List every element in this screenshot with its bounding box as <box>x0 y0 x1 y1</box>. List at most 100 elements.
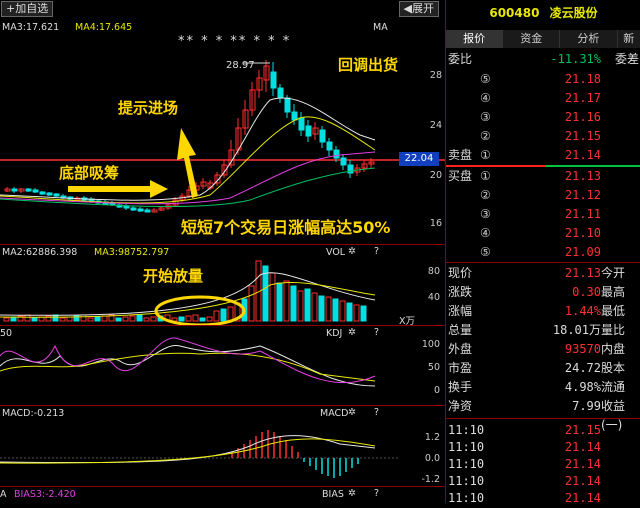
stat-value: 0.30 <box>572 285 601 299</box>
candle-body <box>333 149 340 159</box>
sell-price: 21.16 <box>564 110 601 124</box>
buy-level-row[interactable]: ③ 21.11 <box>446 205 640 224</box>
volume-bar <box>206 316 213 322</box>
volume-bar <box>192 314 199 322</box>
kdj-d-line <box>0 352 376 382</box>
section-divider <box>446 418 640 419</box>
stat-value: 7.99 <box>572 399 601 413</box>
volume-bar <box>360 305 367 322</box>
volume-bar <box>52 314 59 322</box>
bias-prefix: A <box>0 489 7 500</box>
macd-chart <box>0 430 400 478</box>
candle-body <box>144 209 151 213</box>
volume-bar <box>80 314 87 322</box>
vol-tick: 40 <box>427 292 440 303</box>
stat-row: 涨幅 1.44% 最低 <box>446 302 640 321</box>
stat-value: 24.72 <box>564 361 601 375</box>
current-price-badge: 22.04 <box>399 152 439 166</box>
high-price-label: 28.97 <box>226 60 255 71</box>
stat-label-right: 最低 <box>601 304 626 318</box>
buy-level-index: ③ <box>480 207 491 221</box>
buy-level-row[interactable]: 买盘 ① 21.13 <box>446 167 640 186</box>
candle-body <box>137 208 144 212</box>
stat-row: 总量 18.01万 量比 <box>446 321 640 340</box>
tab-more[interactable]: 新 <box>617 30 640 48</box>
sell-level-index: ③ <box>480 110 491 124</box>
volume-bar <box>178 316 185 322</box>
volume-bar <box>248 285 255 322</box>
kdj-tick: 50 <box>427 362 440 373</box>
volume-bar <box>269 272 276 322</box>
tab-funds[interactable]: 资金 <box>503 30 561 48</box>
stat-value: 93570 <box>564 342 601 356</box>
buy-level-row[interactable]: ② 21.12 <box>446 186 640 205</box>
sell-level-index: ① <box>480 148 491 162</box>
tab-quote[interactable]: 报价 <box>446 30 504 48</box>
volume-bar <box>262 265 269 322</box>
sell-level-row[interactable]: ③ 21.16 <box>446 108 640 127</box>
candle-body <box>305 125 312 137</box>
candle-body <box>284 97 291 113</box>
tab-analysis[interactable]: 分析 <box>560 30 618 48</box>
stock-header: 600480 凌云股份 <box>446 4 640 21</box>
annotation-entry: 提示进场 <box>118 99 179 117</box>
sell-level-row[interactable]: ② 21.15 <box>446 127 640 146</box>
volume-chart <box>0 260 376 325</box>
wecha-label: 委差 <box>614 52 639 66</box>
volume-bar <box>325 296 332 322</box>
stat-label: 涨幅 <box>448 304 473 318</box>
sell-level-index: ⑤ <box>480 72 491 86</box>
sell-price: 21.14 <box>564 148 601 162</box>
sell-level-row[interactable]: ④ 21.17 <box>446 89 640 108</box>
buy-price: 21.11 <box>564 207 601 221</box>
stat-label: 市盈 <box>448 361 473 375</box>
bias-indicator-label[interactable]: BIAS <box>322 489 344 500</box>
candle-body <box>340 157 347 166</box>
buy-level-index: ⑤ <box>480 245 491 259</box>
buy-level-index: ① <box>480 169 491 183</box>
volume-bar <box>339 300 346 322</box>
sell-level-row[interactable]: 卖盘 ① 21.14 <box>446 146 640 165</box>
gear-icon[interactable]: ✲ <box>348 488 356 499</box>
volume-bar <box>185 315 192 322</box>
sell-price: 21.18 <box>564 72 601 86</box>
stat-row: 换手 4.98% 流通 <box>446 378 640 397</box>
volume-bar <box>290 285 297 322</box>
volume-bar <box>31 317 38 322</box>
section-divider <box>446 262 640 263</box>
candle-body <box>32 189 39 193</box>
candle-body <box>46 192 53 196</box>
candle-body <box>53 193 60 197</box>
stat-label: 换手 <box>448 380 473 394</box>
candle-body <box>25 188 32 192</box>
volume-bar <box>220 308 227 322</box>
buy-level-index: ② <box>480 188 491 202</box>
webi-row: 委比 -11.31% 委差 <box>446 50 640 69</box>
volume-bar <box>24 314 31 322</box>
quote-panel: 600480 凌云股份 报价 资金 分析 新 委比 -11.31% 委差 ⑤ 21… <box>445 0 640 505</box>
stat-label: 净资 <box>448 399 473 413</box>
buy-level-index: ④ <box>480 226 491 240</box>
volume-bar <box>150 316 157 322</box>
quote-tabs: 报价 资金 分析 新 <box>446 30 640 48</box>
volume-bar <box>353 304 360 322</box>
buy-level-row[interactable]: ④ 21.10 <box>446 224 640 243</box>
sell-label: 卖盘 <box>448 148 473 162</box>
volume-bar <box>59 317 66 322</box>
annotation-arrow-up <box>177 128 198 198</box>
tick-row: 11:10 21.14 <box>446 489 640 508</box>
volume-bar <box>213 310 220 322</box>
buy-level-row[interactable]: ⑤ 21.09 <box>446 243 640 262</box>
sell-level-index: ④ <box>480 91 491 105</box>
help-icon[interactable]: ? <box>374 488 379 499</box>
volume-bar <box>101 315 108 322</box>
stat-value: 4.98% <box>564 380 601 394</box>
stat-value: 21.13 <box>564 266 601 280</box>
volume-bar <box>199 317 206 322</box>
sell-level-row[interactable]: ⑤ 21.18 <box>446 70 640 89</box>
price-tick: 24 <box>429 120 442 131</box>
chart-area[interactable]: +加自选 ◀展开 MA3:17.621 MA4:17.645 MA ** * *… <box>0 0 445 503</box>
stat-row: 涨跌 0.30 最高 <box>446 283 640 302</box>
stat-label-right: 今开 <box>601 266 626 280</box>
buy-price: 21.10 <box>564 226 601 240</box>
